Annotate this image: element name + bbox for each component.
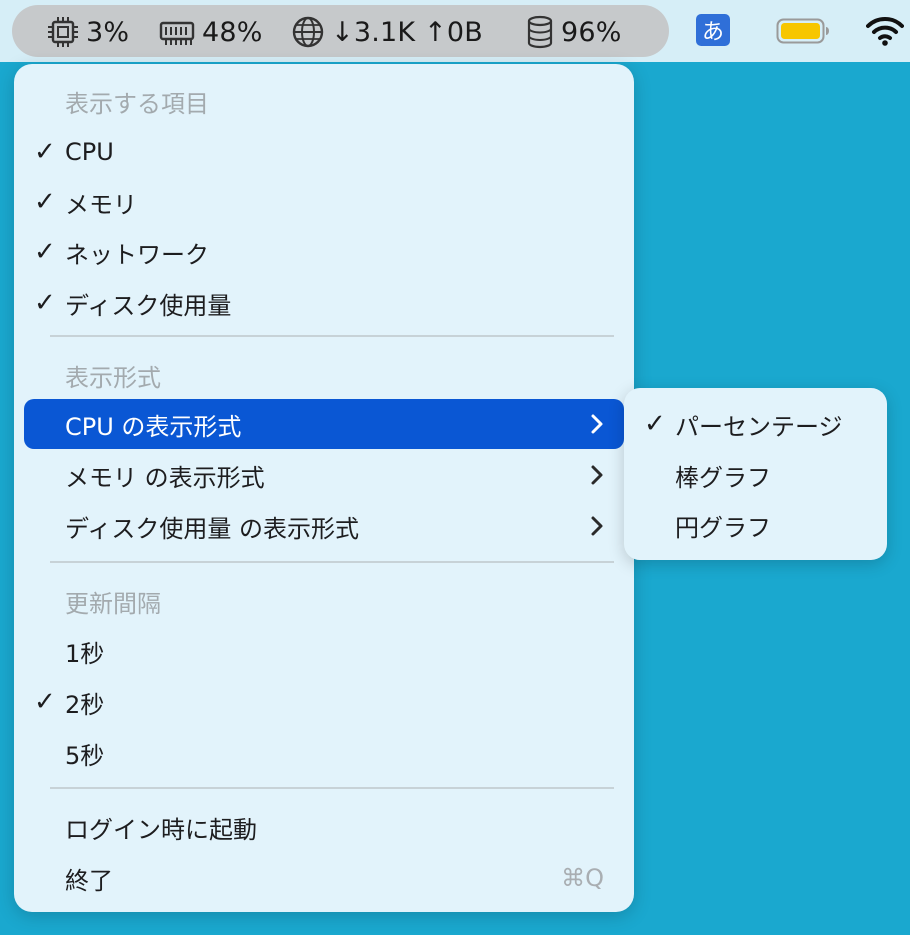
- menu-item-memory[interactable]: ✓ メモリ: [24, 177, 624, 227]
- cpu-value: 3%: [86, 16, 130, 48]
- cpu-stat: 3%: [46, 14, 129, 50]
- system-stats-item[interactable]: 3% 48% ↓3.1K ↑0B 96%: [12, 5, 669, 57]
- disk-stat: 96%: [525, 14, 622, 50]
- submenu-item-pie-graph[interactable]: 円グラフ: [624, 500, 887, 550]
- network-stat: ↓3.1K ↑0B: [291, 14, 483, 50]
- menu-item-interval-2[interactable]: ✓ 2秒: [24, 677, 624, 727]
- section-header-interval: 更新間隔: [24, 576, 624, 626]
- menu-item-memory-format[interactable]: メモリ の表示形式: [24, 450, 624, 500]
- menu-item-label: ディスク使用量 の表示形式: [65, 514, 359, 543]
- chevron-right-icon: [590, 399, 604, 449]
- submenu-item-label: パーセンテージ: [675, 412, 843, 441]
- section-label: 表示形式: [65, 363, 161, 392]
- menu-item-launch-at-login[interactable]: ログイン時に起動: [24, 802, 624, 852]
- memory-module-icon: [159, 21, 195, 45]
- input-method-indicator[interactable]: あ: [696, 14, 730, 46]
- menu-item-label: 1秒: [65, 639, 105, 668]
- menu-item-interval-1[interactable]: 1秒: [24, 626, 624, 676]
- menu-item-quit[interactable]: 終了 ⌘Q: [24, 853, 624, 903]
- checkmark-icon: ✓: [644, 409, 666, 439]
- submenu-item-label: 棒グラフ: [675, 463, 771, 492]
- checkmark-icon: ✓: [34, 288, 56, 318]
- checkmark-icon: ✓: [34, 687, 56, 717]
- menu-item-label: メモリ の表示形式: [65, 463, 265, 492]
- chevron-right-icon: [590, 501, 604, 551]
- globe-icon: [292, 16, 324, 48]
- separator: [50, 561, 614, 563]
- menu-item-label: 5秒: [65, 741, 105, 770]
- disk-value: 96%: [561, 16, 622, 48]
- section-label: 表示する項目: [65, 89, 209, 118]
- submenu-item-percentage[interactable]: ✓ パーセンテージ: [624, 399, 887, 449]
- menu-item-disk-format[interactable]: ディスク使用量 の表示形式: [24, 501, 624, 551]
- wifi-icon[interactable]: [866, 14, 904, 50]
- separator: [50, 335, 614, 337]
- checkmark-icon: ✓: [34, 137, 56, 167]
- cpu-format-submenu: ✓ パーセンテージ 棒グラフ 円グラフ: [624, 388, 887, 560]
- menu-bar: 3% 48% ↓3.1K ↑0B 96% あ: [0, 0, 910, 62]
- checkmark-icon: ✓: [34, 237, 56, 267]
- section-label: 更新間隔: [65, 589, 161, 618]
- chevron-right-icon: [590, 450, 604, 500]
- checkmark-icon: ✓: [34, 187, 56, 217]
- menu-item-cpu-format[interactable]: CPU の表示形式: [24, 399, 624, 449]
- memory-value: 48%: [202, 16, 263, 48]
- menu-item-interval-5[interactable]: 5秒: [24, 728, 624, 778]
- dropdown-menu: 表示する項目 ✓ CPU ✓ メモリ ✓ ネットワーク ✓ ディスク使用量 表示…: [14, 64, 634, 912]
- menu-item-label: メモリ: [65, 190, 137, 219]
- section-header-format: 表示形式: [24, 350, 624, 400]
- menu-item-label: 2秒: [65, 690, 105, 719]
- menu-item-cpu[interactable]: ✓ CPU: [24, 127, 624, 177]
- submenu-item-bar-graph[interactable]: 棒グラフ: [624, 450, 887, 500]
- menu-item-label: CPU の表示形式: [65, 412, 242, 441]
- menu-item-label: 終了: [65, 866, 113, 895]
- menu-item-label: ネットワーク: [65, 240, 209, 269]
- submenu-item-label: 円グラフ: [675, 513, 771, 542]
- menu-item-label: CPU: [65, 138, 114, 166]
- network-value: ↓3.1K ↑0B: [331, 16, 483, 48]
- cpu-chip-icon: [48, 17, 78, 47]
- menu-item-label: ディスク使用量: [65, 291, 232, 320]
- database-icon: [527, 15, 553, 49]
- menu-item-label: ログイン時に起動: [65, 815, 257, 844]
- menu-item-disk[interactable]: ✓ ディスク使用量: [24, 278, 624, 328]
- separator: [50, 787, 614, 789]
- memory-stat: 48%: [158, 14, 263, 50]
- menu-item-network[interactable]: ✓ ネットワーク: [24, 227, 624, 277]
- keyboard-shortcut: ⌘Q: [561, 864, 604, 892]
- section-header-items: 表示する項目: [24, 76, 624, 126]
- battery-icon[interactable]: [776, 18, 830, 48]
